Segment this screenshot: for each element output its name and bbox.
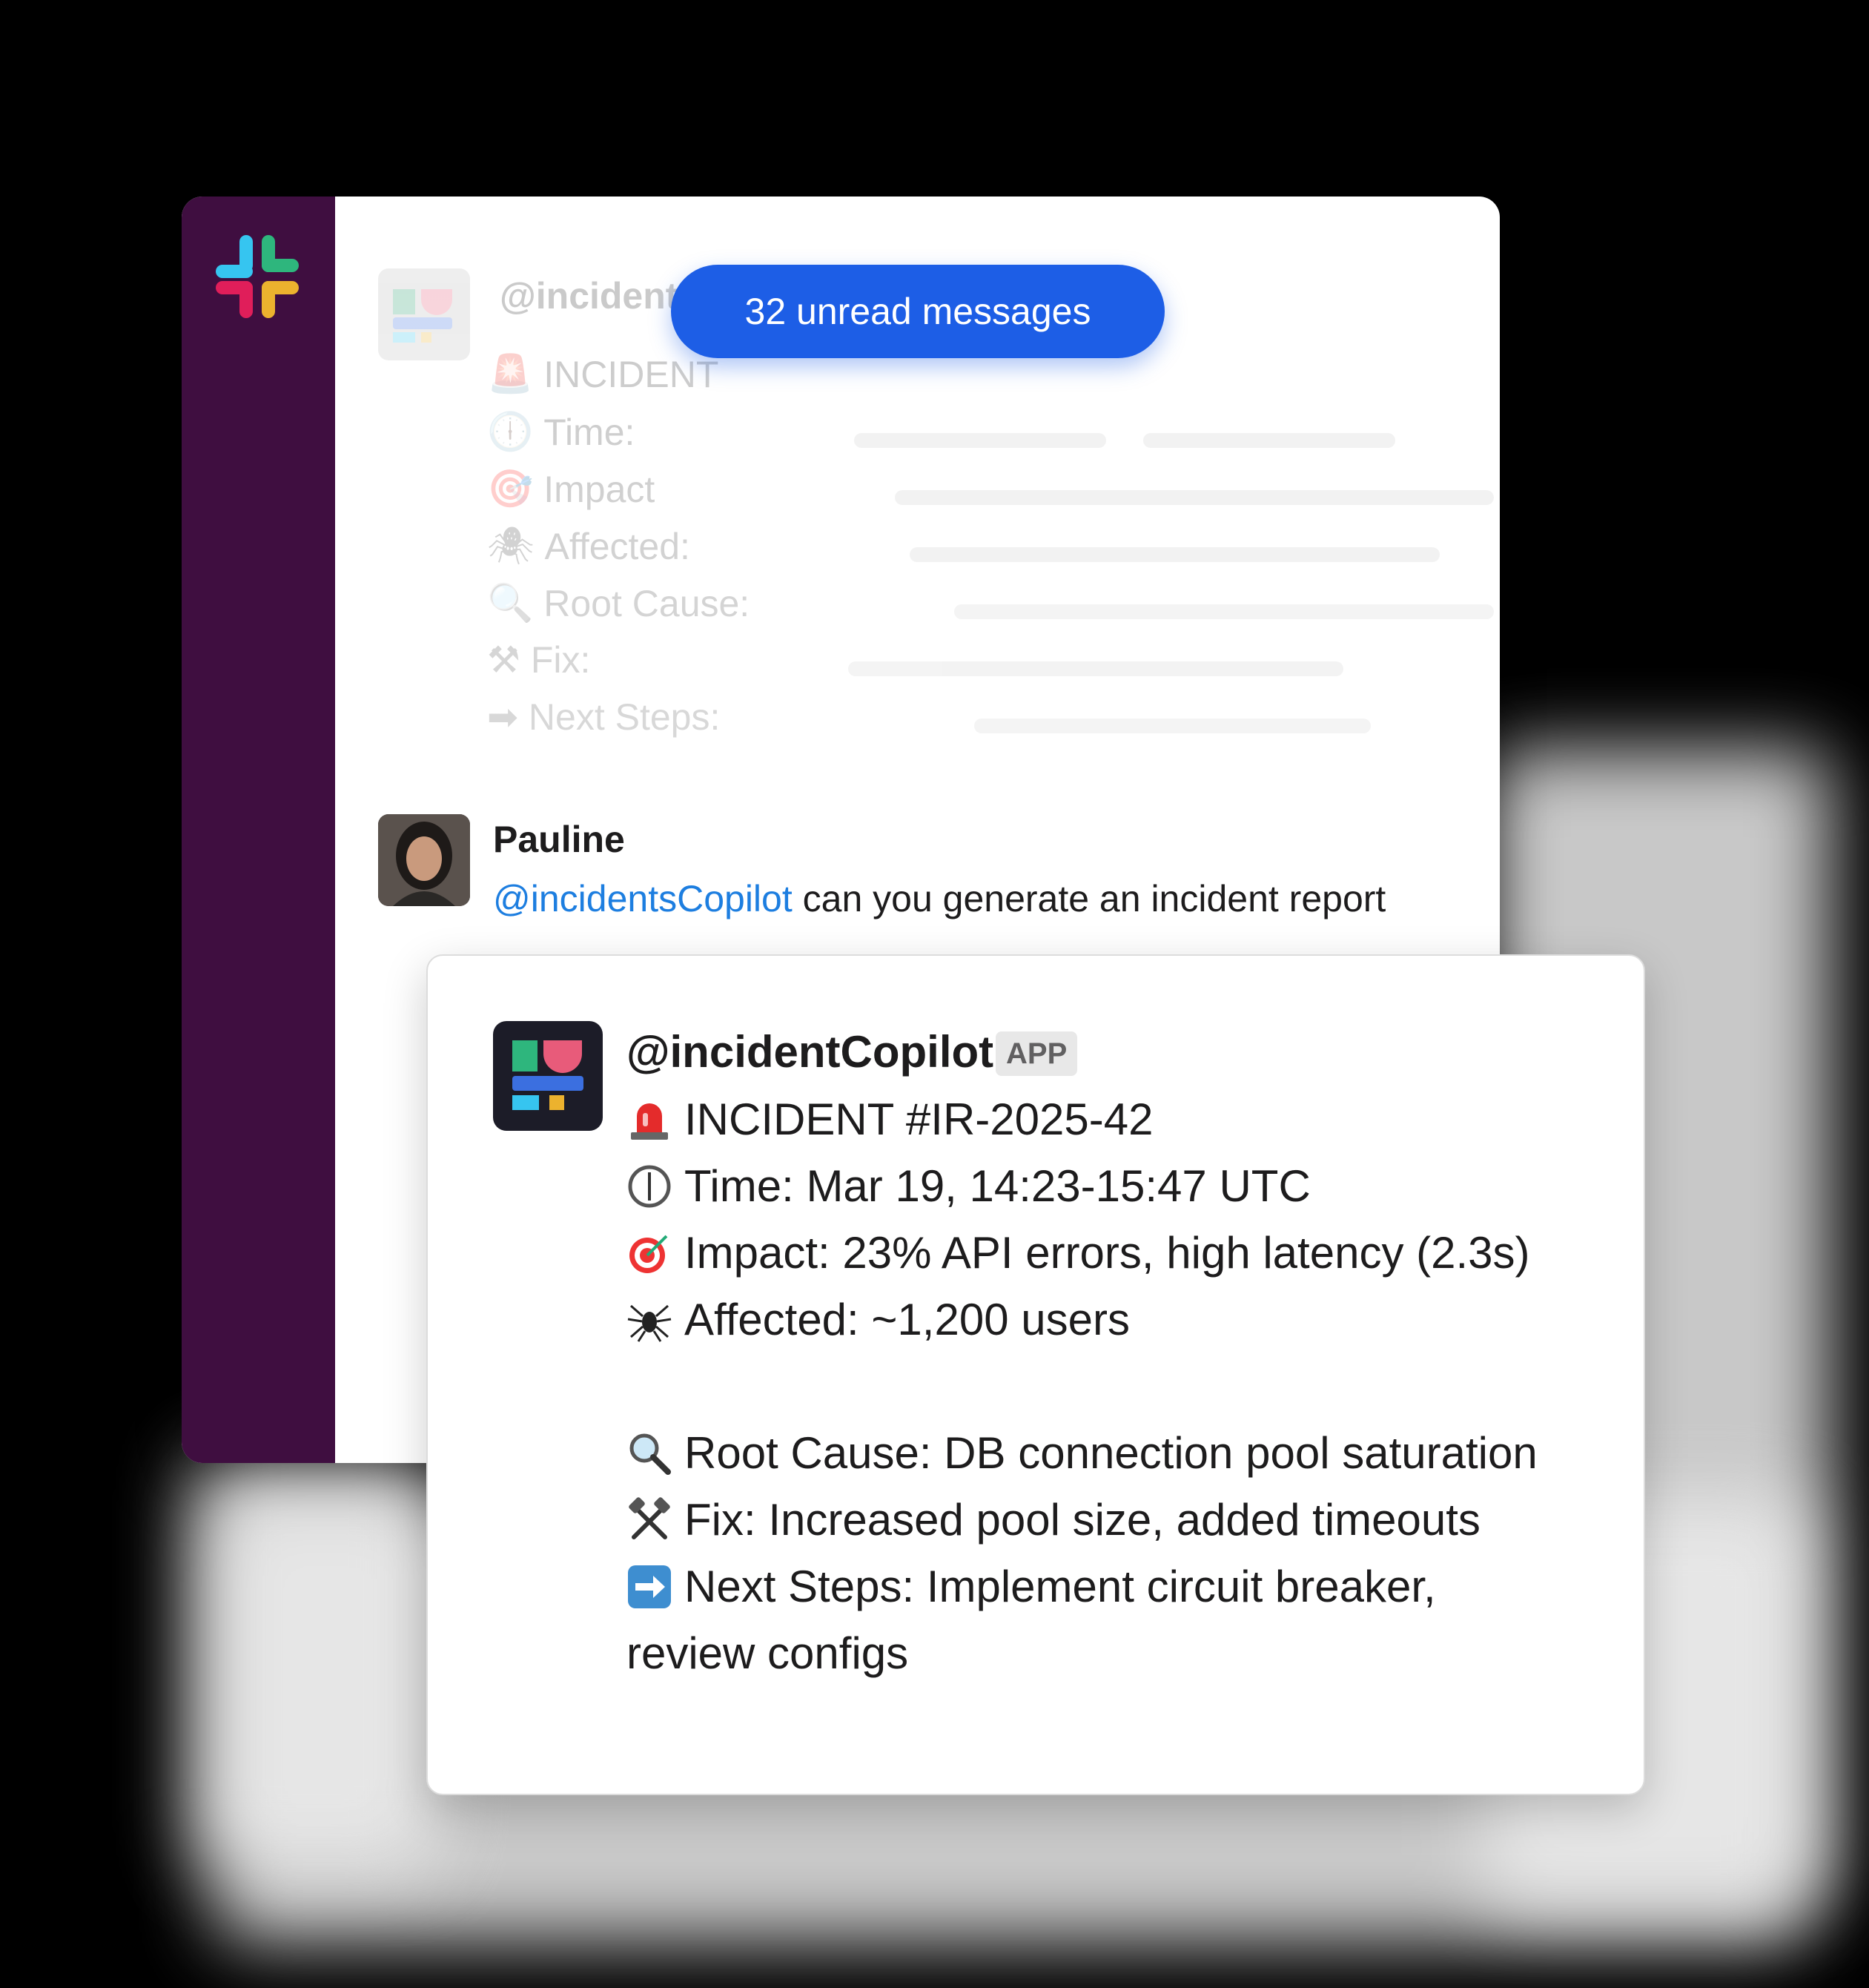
ghost-line-fix: ⚒ Fix:	[487, 639, 591, 681]
bug-icon: 🕷	[487, 525, 535, 567]
bug-icon	[627, 1304, 672, 1342]
report-line-incident: INCIDENT #IR-2025-42	[626, 1094, 1153, 1145]
slack-logo-icon	[216, 235, 299, 318]
ghost-line-time: 🕕 Time:	[487, 411, 635, 453]
bot-reply-card: @incidentCopilot APP INCIDENT #IR-2025-4…	[426, 954, 1645, 1795]
target-icon	[629, 1235, 668, 1273]
placeholder-bar	[954, 604, 1494, 619]
magnifier-icon: 🔍	[487, 582, 534, 624]
ghost-line-incident: 🚨 INCIDENT	[487, 353, 719, 395]
avatar	[378, 814, 470, 906]
clock-icon	[628, 1165, 671, 1207]
report-line-impact: Impact: 23% API errors, high latency (2.…	[626, 1227, 1530, 1278]
ghost-author: @incident	[500, 275, 678, 317]
message-author: Pauline	[493, 819, 625, 860]
shadow-left	[193, 1453, 437, 1869]
placeholder-bar	[854, 433, 1106, 448]
bot-avatar-faded	[378, 268, 470, 360]
ghost-line-next-steps: ➡ Next Steps:	[487, 696, 721, 738]
placeholder-bar	[974, 719, 1371, 733]
tools-icon	[629, 1496, 670, 1539]
placeholder-bar	[1143, 433, 1395, 448]
placeholder-bar	[895, 490, 1494, 505]
report-line-time: Time: Mar 19, 14:23-15:47 UTC	[626, 1160, 1311, 1212]
bot-avatar	[493, 1021, 603, 1131]
arrow-right-icon: ➡	[487, 696, 518, 738]
message-text: @incidentsCopilot can you generate an in…	[493, 878, 1386, 919]
placeholder-bar	[910, 547, 1440, 562]
report-line-next-steps: Next Steps: Implement circuit breaker,	[626, 1561, 1436, 1612]
siren-icon: 🚨	[487, 353, 534, 394]
tools-icon: ⚒	[487, 639, 520, 681]
app-badge: APP	[996, 1031, 1078, 1076]
magnifier-icon	[629, 1433, 671, 1475]
ghost-line-root-cause: 🔍 Root Cause:	[487, 582, 750, 624]
bot-author[interactable]: @incidentCopilot	[626, 1026, 993, 1077]
report-line-root-cause: Root Cause: DB connection pool saturatio…	[626, 1427, 1538, 1479]
arrow-right-icon	[628, 1565, 671, 1608]
workspace-sidebar	[182, 197, 335, 1463]
ghost-line-impact: 🎯 Impact	[487, 468, 655, 510]
unread-messages-button[interactable]: 32 unread messages	[671, 265, 1165, 358]
siren-icon	[631, 1103, 668, 1140]
mention-link[interactable]: @incidentsCopilot	[493, 878, 793, 919]
clock-icon: 🕕	[487, 411, 534, 452]
report-line-continuation: review configs	[626, 1628, 909, 1678]
ghost-line-affected: 🕷 Affected:	[487, 525, 690, 567]
report-line-affected: Affected: ~1,200 users	[626, 1294, 1130, 1345]
placeholder-bar	[848, 661, 1343, 676]
target-icon: 🎯	[487, 468, 534, 509]
report-line-fix: Fix: Increased pool size, added timeouts	[626, 1494, 1481, 1545]
